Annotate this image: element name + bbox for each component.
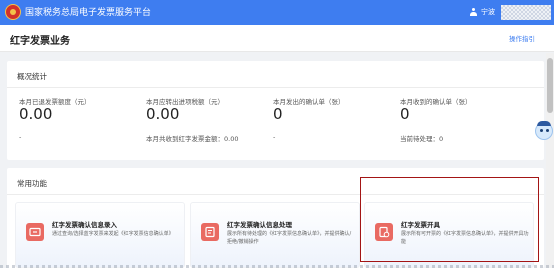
- page-header: 红字发票业务 操作指引: [0, 25, 554, 52]
- stat-value: 0.00: [146, 105, 180, 123]
- page-title: 红字发票业务: [10, 36, 70, 47]
- top-bar: 国家税务总局电子发票服务平台 宁波: [0, 0, 554, 25]
- overview-panel: 概况统计 本月已退发票额度（元） 0.00 - 本月应转出进项税额（元） 0.0…: [7, 61, 544, 160]
- process-icon: [201, 223, 219, 241]
- functions-title: 常用功能: [17, 179, 47, 188]
- card-desc: 通过查询/选择蓝字发票来发起《红字发票信息确认单》: [52, 231, 174, 237]
- card-title: 红字发票确认信息处理: [227, 221, 292, 229]
- stat-value: 0: [400, 105, 410, 123]
- overview-title: 概况统计: [17, 72, 47, 81]
- app-title: 国家税务总局电子发票服务平台: [25, 8, 152, 18]
- stat-value: 0: [273, 105, 283, 123]
- card-desc: 展示所有待处理的《红字发票信息确认单》，并提供确认/拒绝/撤销操作: [227, 231, 352, 245]
- card-red-invoice-process[interactable]: 红字发票确认信息处理 展示所有待处理的《红字发票信息确认单》，并提供确认/拒绝/…: [190, 202, 360, 268]
- tax-emblem-logo: [5, 4, 21, 20]
- stat-sub: -: [19, 133, 22, 141]
- stat-sub: -: [273, 133, 276, 141]
- user-info-redacted: [501, 5, 551, 20]
- card-title: 红字发票确认信息录入: [52, 221, 117, 229]
- divider: [7, 87, 544, 88]
- stat-label: 本月发出的确认单（张）: [273, 98, 345, 106]
- stat-label: 本月收到的确认单（张）: [400, 98, 472, 106]
- assistant-mascot-hair: [537, 121, 551, 126]
- scrollbar-thumb[interactable]: [547, 58, 553, 113]
- stat-value: 0.00: [19, 105, 53, 123]
- highlight-annotation-box: [360, 177, 539, 262]
- user-icon[interactable]: [470, 8, 477, 16]
- card-red-invoice-entry[interactable]: 红字发票确认信息录入 通过查询/选择蓝字发票来发起《红字发票信息确认单》: [15, 202, 185, 268]
- entry-icon: [26, 223, 44, 241]
- stat-sub: 当前待处理：0: [400, 135, 444, 143]
- stat-sub: 本月共收到红字发票金额：0.00: [146, 135, 239, 143]
- user-name[interactable]: 宁波: [481, 7, 495, 17]
- operation-guide-link[interactable]: 操作指引: [509, 33, 535, 43]
